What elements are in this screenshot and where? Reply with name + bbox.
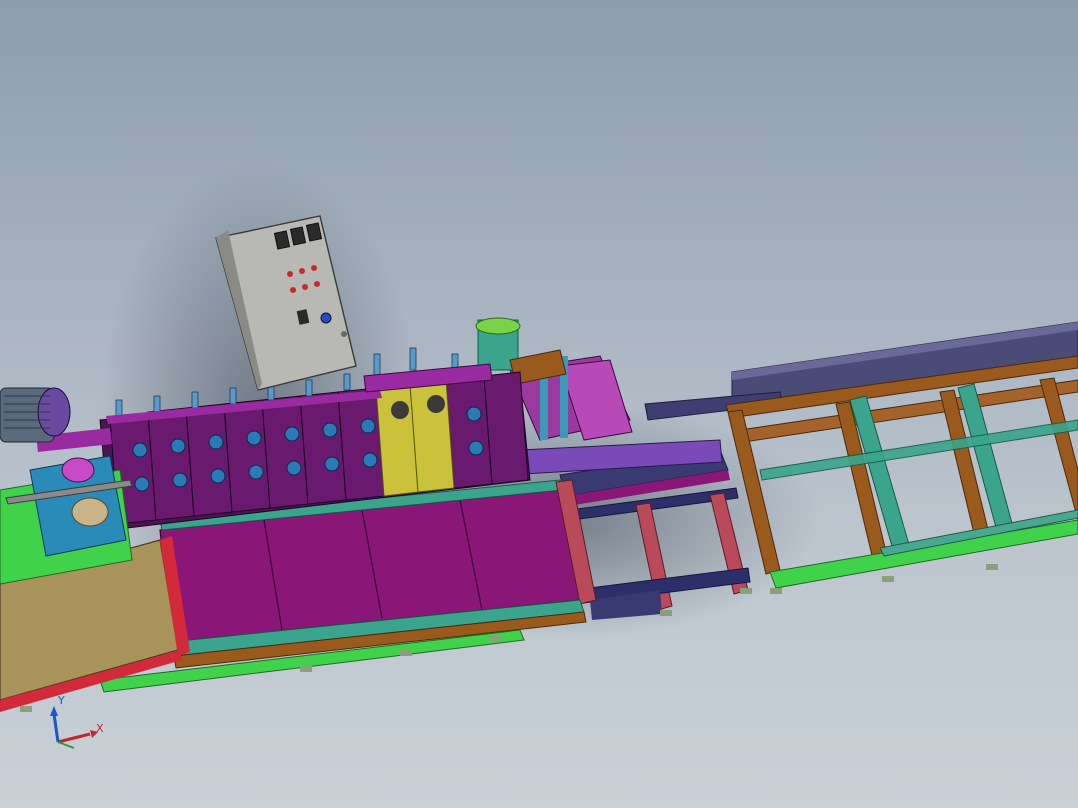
x-axis-label: X (96, 722, 104, 735)
roll-forming-machine-assembly[interactable] (0, 0, 1078, 808)
x-axis-arrow (57, 732, 91, 744)
z-axis-arrow (57, 741, 75, 749)
coordinate-triad: X Y (50, 694, 104, 749)
y-axis-arrow (52, 713, 60, 743)
cad-graphics-viewport[interactable]: X Y (0, 0, 1078, 808)
electric-motor-icon[interactable] (0, 387, 71, 443)
y-axis-label: Y (57, 694, 65, 707)
